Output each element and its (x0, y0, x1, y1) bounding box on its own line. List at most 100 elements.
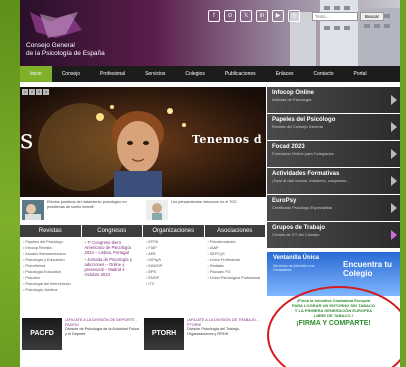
list-item[interactable]: ITC (146, 282, 202, 286)
search-box: Buscar (312, 12, 385, 21)
columns-content: Papeles del Psicólogo Infocop Revista An… (20, 238, 266, 304)
chevron-right-icon (391, 95, 397, 105)
menu-title: Infocop Online (272, 90, 314, 96)
menu-grupos-trabajo[interactable]: Grupos de Trabajo Creado de GT del Conse… (267, 222, 400, 248)
tab-congresos[interactable]: Congresos (81, 225, 143, 237)
menu-subtitle: Formación Online para Colegiados (272, 151, 334, 156)
menu-subtitle: Revista del Consejo General (272, 124, 323, 129)
main-nav: Inicio Consejo Profesional Servicios Col… (20, 66, 401, 93)
revistas-list: Papeles del Psicólogo Infocop Revista An… (20, 238, 82, 304)
news-item[interactable]: PTORH ¡AFILIATE A LA DIVISIÓN DE TRABAJO… (144, 318, 263, 350)
list-item[interactable]: Psicología Jurídica (23, 288, 79, 292)
list-item[interactable]: IUPsyS (146, 258, 202, 262)
menu-europsy[interactable]: EuroPsy Certificado Psicólogo Especialis… (267, 195, 400, 221)
menu-focad[interactable]: Focad 2023 Formación Online para Colegia… (267, 141, 400, 167)
youtube-icon[interactable]: ▶ (272, 10, 284, 22)
news-text: ¡AFILIATE A LA DIVISIÓN DE TRABAJO - PTO… (187, 318, 263, 350)
nav-colegios[interactable]: Colegios (175, 66, 214, 82)
list-item[interactable]: ENOP (146, 276, 202, 280)
menu-title: Focad 2023 (272, 144, 305, 150)
list-item[interactable]: IAAP (208, 246, 264, 250)
slider-page-2[interactable]: 2 (29, 89, 35, 95)
page-frame-right (400, 0, 406, 367)
search-button[interactable]: Buscar (360, 12, 385, 21)
news-item[interactable]: PACFD ¡AFILIATE A LA DIVISIÓN DE DEPORTE… (22, 318, 141, 350)
hero-slider[interactable]: s Tenemos d 1 2 3 4 (20, 87, 266, 197)
thumbnail-row: Efectos positivos del tratamiento psicol… (20, 198, 266, 224)
list-item[interactable]: Psicofón (23, 276, 79, 280)
chevron-right-icon (391, 122, 397, 132)
chevron-right-icon (391, 203, 397, 213)
news-body: División Psicología del Trabajo, Organiz… (187, 327, 240, 336)
thumbnail-item[interactable]: Los pensamientos intrusivos en el TOC (146, 200, 267, 222)
list-item[interactable]: FIAP (146, 246, 202, 250)
site-logo[interactable]: Consejo General de la Psicología de Espa… (26, 8, 146, 62)
page-frame-left (0, 0, 20, 367)
menu-actividades[interactable]: Actividades Formativas ¡Todo al día! cur… (267, 168, 400, 194)
list-item[interactable]: Psicoalc FG (208, 270, 264, 274)
menu-subtitle: Noticias de Psicología (272, 97, 312, 102)
nav-servicios[interactable]: Servicios (135, 66, 175, 82)
list-item[interactable]: SEPCyS (208, 252, 264, 256)
nav-enlaces[interactable]: Enlaces (266, 66, 304, 82)
search-input[interactable] (312, 12, 358, 21)
list-item[interactable]: EFPA (146, 240, 202, 244)
menu-papeles[interactable]: Papeles del Psicólogo Revista del Consej… (267, 114, 400, 140)
hero-headline: Tenemos d (192, 133, 263, 146)
list-item[interactable]: Redatec (208, 264, 264, 268)
ventanilla-subtitle: Servicios de Atención a la Ciudadanía (273, 264, 315, 272)
list-item[interactable]: Psicología Educativa (23, 270, 79, 274)
tab-revistas[interactable]: Revistas (20, 225, 82, 237)
slider-page-1[interactable]: 1 (22, 89, 28, 95)
ventanilla-title: Ventanilla Única (273, 255, 320, 261)
list-item[interactable]: 7º Congreso Ibero Americano de Psicologí… (85, 240, 141, 255)
slider-page-4[interactable]: 4 (43, 89, 49, 95)
facebook-icon[interactable]: f (208, 10, 220, 22)
linkedin-icon[interactable]: in (256, 10, 268, 22)
menu-subtitle: ¡Todo al día! cursos, másteres, congreso… (272, 178, 350, 183)
congresos-list: 7º Congreso Ibero Americano de Psicologí… (82, 238, 144, 304)
organizaciones-list: EFPA FIAP APA IUPsyS EAWOP BPS ENOP ITC (143, 238, 205, 304)
slider-page-3[interactable]: 3 (36, 89, 42, 95)
list-item[interactable]: Psicofundación (208, 240, 264, 244)
slider-pager: 1 2 3 4 (22, 89, 49, 95)
thumbnail-image (146, 200, 168, 220)
list-item[interactable]: Anuario Iberoamericano (23, 252, 79, 256)
list-item[interactable]: Psicothema (23, 264, 79, 268)
list-item[interactable]: EAWOP (146, 264, 202, 268)
menu-title: Actividades Formativas (272, 171, 340, 177)
list-item[interactable]: Psicología y Educación (23, 258, 79, 262)
nav-publicaciones[interactable]: Publicaciones (215, 66, 266, 82)
list-item[interactable]: Jornada de Psicología y adicciones – Onl… (85, 257, 141, 277)
chevron-right-icon (391, 149, 397, 159)
nav-portal-transparencia[interactable]: Portal Transparencia (344, 66, 401, 93)
tab-organizaciones[interactable]: Organizaciones (143, 225, 205, 237)
menu-infocop[interactable]: Infocop Online Noticias de Psicología (267, 87, 400, 113)
list-item[interactable]: Papeles del Psicólogo (23, 240, 79, 244)
list-item[interactable]: Unión Psicológica Profesional (208, 276, 264, 280)
nav-contacto[interactable]: Contacto (303, 66, 343, 82)
list-item[interactable]: Infocop Revista (23, 246, 79, 250)
menu-title: Grupos de Trabajo (272, 225, 326, 231)
tab-asociaciones[interactable]: Asociaciones (204, 225, 266, 237)
menu-subtitle: Certificado Psicólogo Especialista (272, 205, 333, 210)
nav-consejo[interactable]: Consejo (52, 66, 90, 82)
thumbnail-image (22, 200, 44, 220)
list-item[interactable]: BPS (146, 270, 202, 274)
nav-inicio[interactable]: Inicio (20, 66, 52, 82)
list-item[interactable]: Psicología del Intervención (23, 282, 79, 286)
chevron-right-icon (391, 176, 397, 186)
list-item[interactable]: Unión Profesional (208, 258, 264, 262)
list-item[interactable]: APA (146, 252, 202, 256)
instagram-icon[interactable]: ⊙ (224, 10, 236, 22)
menu-subtitle: Creado de GT del Consejo (272, 232, 320, 237)
nav-profesional[interactable]: Profesional (90, 66, 135, 82)
thumbnail-caption: Efectos positivos del tratamiento psicol… (47, 200, 127, 209)
x-twitter-icon[interactable]: 𝕏 (240, 10, 252, 22)
encuentra-colegio-text: Encuentra tu Colegio (343, 260, 392, 278)
email-icon[interactable]: ◎ (288, 10, 300, 22)
hero-left-text: s (20, 125, 34, 155)
site-title: Consejo General de la Psicología de Espa… (26, 42, 105, 57)
thumbnail-item[interactable]: Efectos positivos del tratamiento psicol… (22, 200, 143, 222)
news-body: División de Psicología de la Actividad F… (65, 327, 139, 336)
